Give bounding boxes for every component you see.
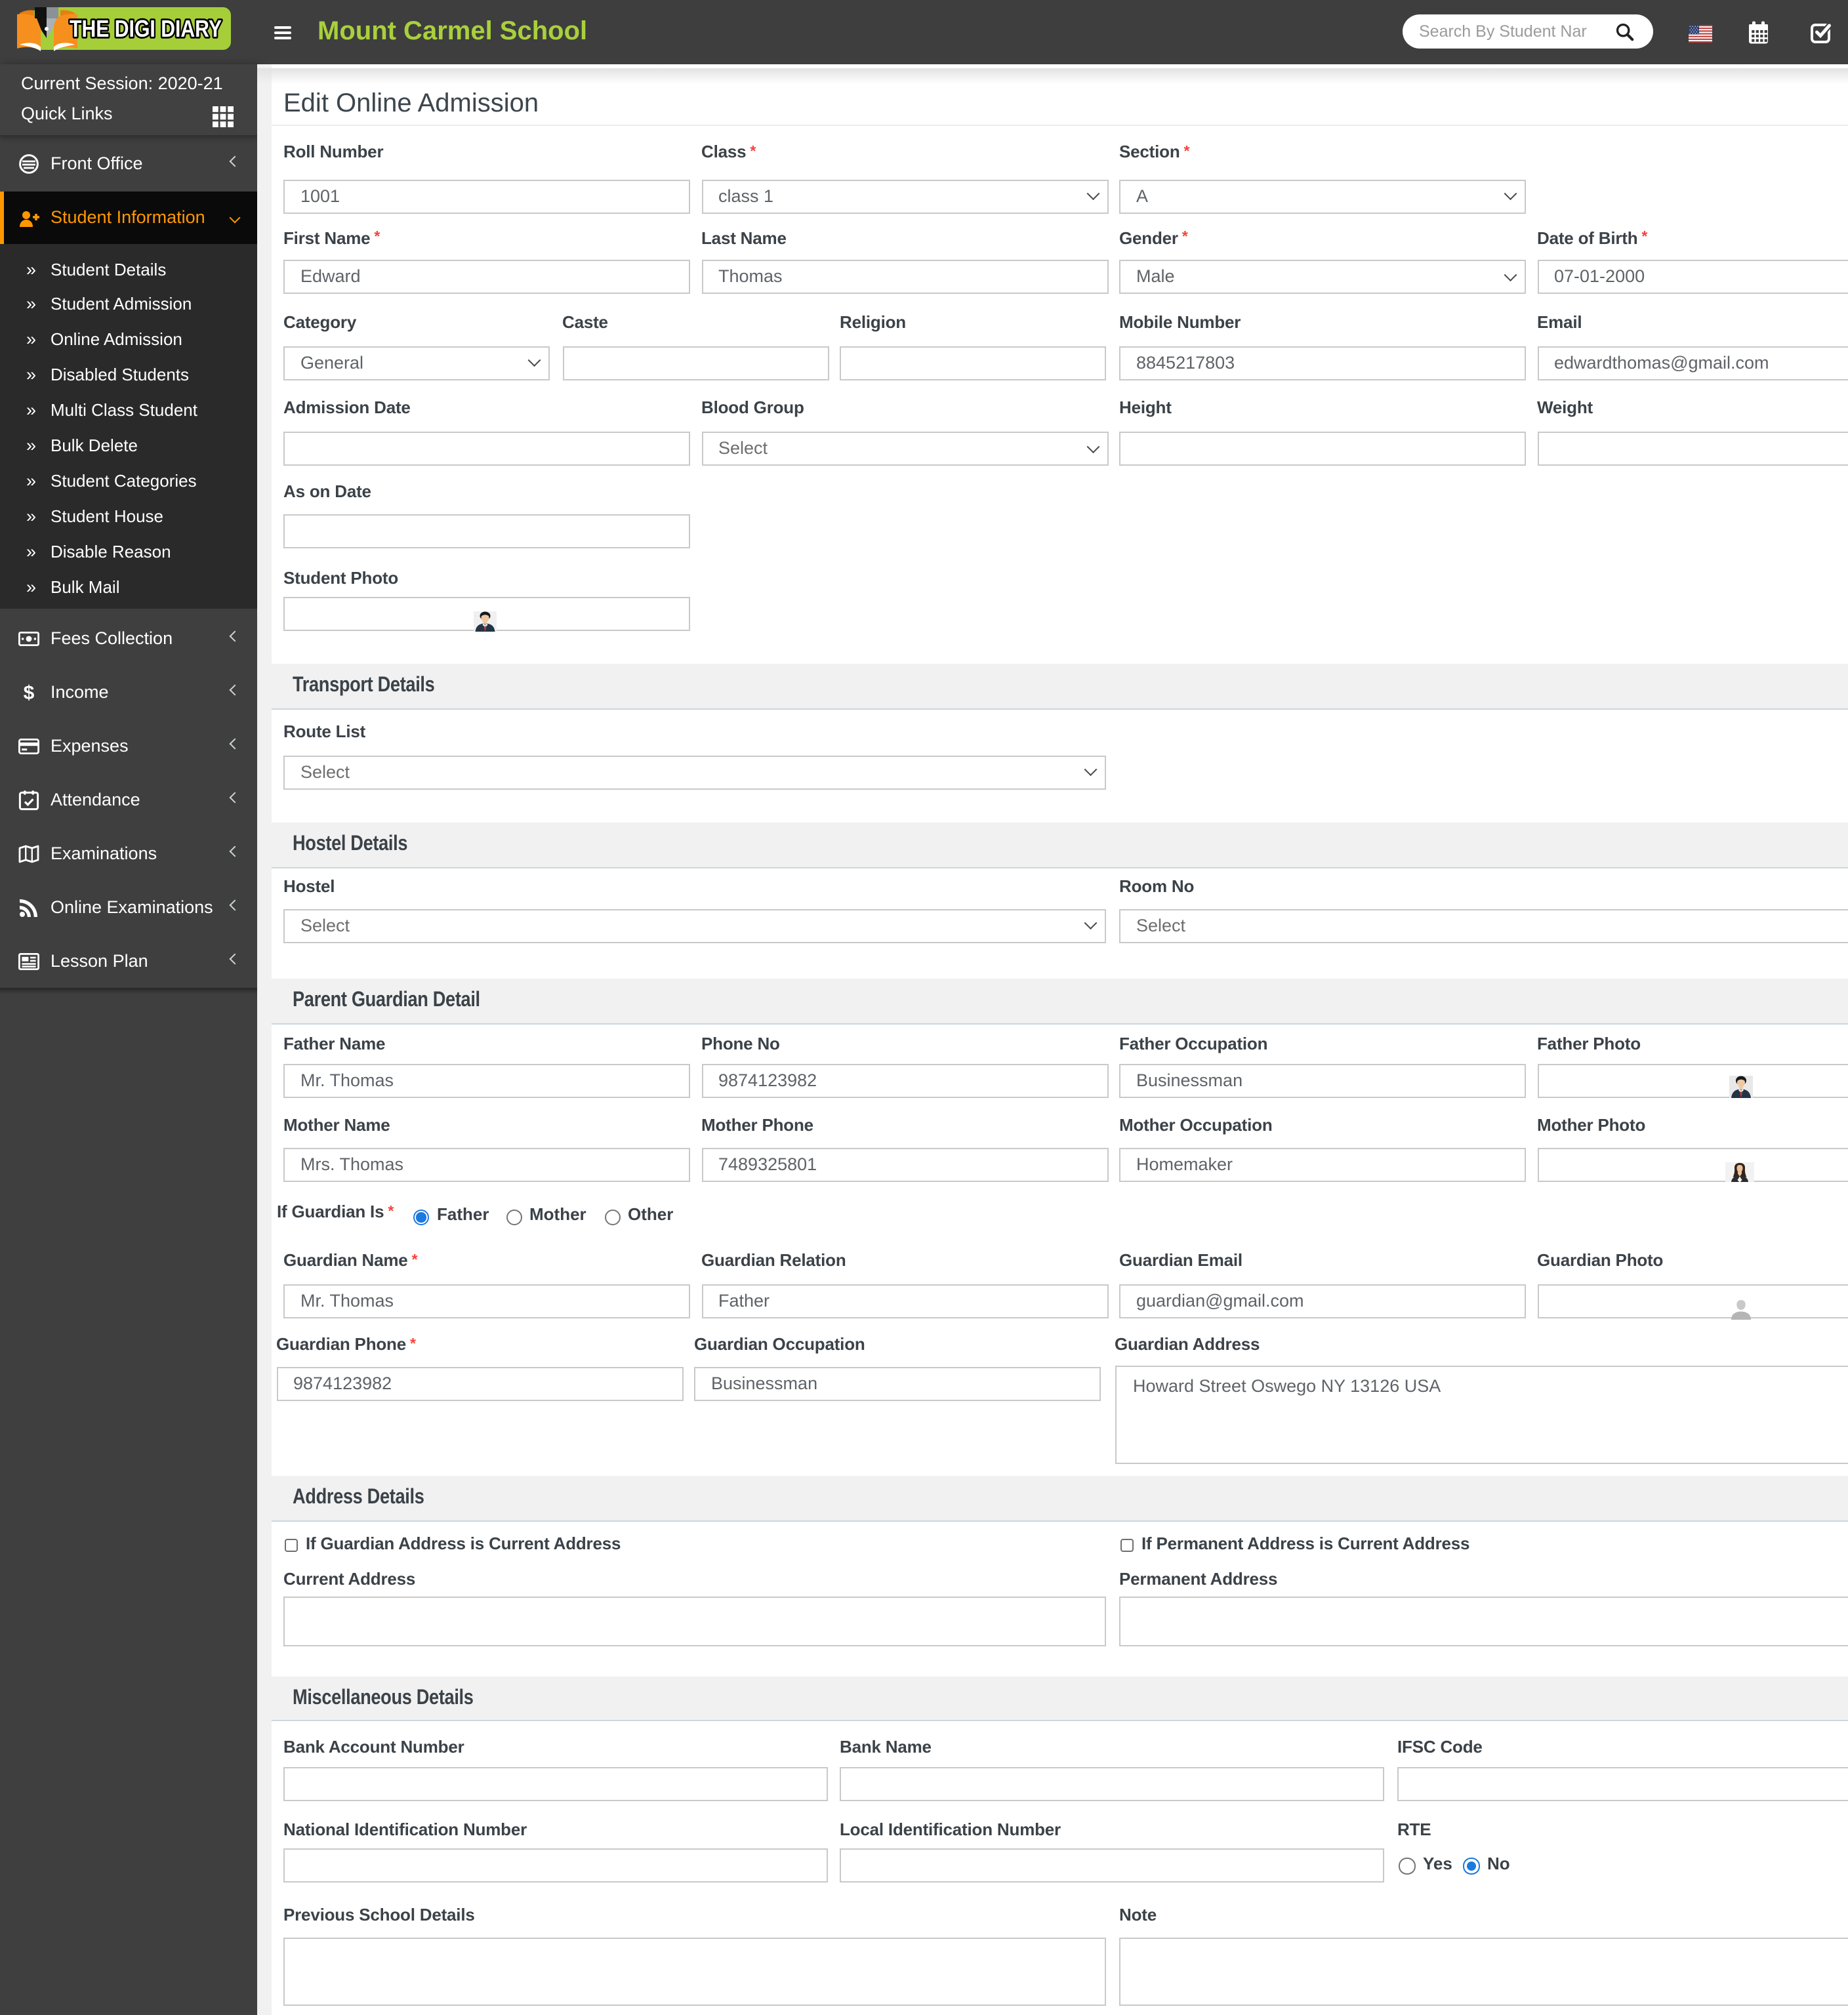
svg-text:$: $: [24, 683, 35, 704]
svg-text:THE DIGI DIARY: THE DIGI DIARY: [70, 15, 222, 42]
